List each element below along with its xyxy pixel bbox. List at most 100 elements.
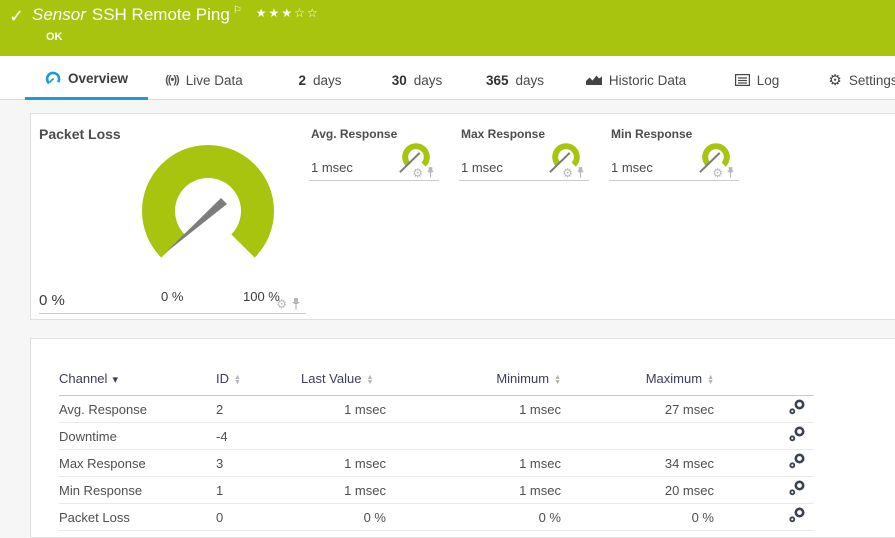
flag-icon[interactable]: ⚐ (233, 5, 242, 16)
channel-id: 0 (216, 503, 301, 531)
sort-desc-icon: ▾ (112, 374, 118, 386)
maximum-value: 0 % (561, 503, 714, 531)
overview-gauges-panel: Packet Loss 0 % 100 % 0 % ⚙ Avg. Respons… (30, 113, 895, 320)
gauge-icon (45, 71, 61, 87)
last-value (301, 422, 386, 450)
maximum-value (561, 422, 714, 450)
tab-live-data[interactable]: ((•)) Live Data (148, 56, 260, 100)
last-value: 0 % (301, 503, 386, 531)
tab-number: 365 (485, 72, 509, 88)
edit-channel-icon[interactable] (788, 453, 806, 473)
table-row: Packet Loss 0 0 % 0 % 0 % (59, 503, 814, 531)
edit-channel-icon[interactable] (788, 507, 806, 527)
sort-icon: ▲ ▼ (366, 373, 374, 386)
column-label: ID (216, 371, 229, 386)
edit-channel-icon[interactable] (788, 399, 806, 419)
tab-label: Overview (67, 71, 129, 86)
tab-30-days[interactable]: 30 days (375, 56, 459, 100)
gauge-title: Packet Loss (39, 126, 121, 142)
channel-id: 1 (216, 476, 301, 504)
avg-response-value: 1 msec (311, 160, 353, 175)
channel-name[interactable]: Downtime (59, 422, 216, 450)
minimum-value (386, 422, 561, 450)
priority-stars[interactable]: ★★★☆☆ (256, 6, 320, 20)
gauge-settings-gear-icon[interactable]: ⚙ (712, 167, 723, 179)
tab-settings[interactable]: ⚙ Settings (818, 56, 895, 100)
maximum-value: 20 msec (561, 476, 714, 504)
page-title: Sensor SSH Remote Ping ⚐ ★★★☆☆ (32, 5, 320, 25)
column-label: Maximum (645, 371, 703, 386)
tab-label: Live Data (185, 72, 243, 88)
avg-response-gauge-tile: Avg. Response 1 msec ⚙ (309, 121, 439, 181)
column-header-id[interactable]: ID ▲ ▼ (216, 367, 301, 396)
pin-icon[interactable] (291, 298, 301, 310)
pin-icon[interactable] (426, 167, 435, 178)
minimum-value: 1 msec (386, 395, 561, 423)
sensor-name: SSH Remote Ping (91, 5, 230, 24)
channel-id: 3 (216, 449, 301, 477)
sort-icon: ▲ ▼ (554, 373, 561, 386)
gauge-scale-max: 100 % (243, 289, 280, 304)
max-response-gauge-tile: Max Response 1 msec ⚙ (459, 121, 589, 181)
packet-loss-gauge-tile: Packet Loss 0 % 100 % 0 % ⚙ (39, 121, 306, 314)
tab-label: Historic Data (608, 72, 687, 88)
gauge-title: Min Response (611, 127, 693, 141)
tab-number: 30 (391, 72, 407, 88)
gauge-title: Avg. Response (311, 127, 398, 141)
tab-label: Log (756, 72, 780, 88)
tab-label: Settings (848, 72, 895, 88)
last-value: 1 msec (301, 476, 386, 504)
tab-365-days[interactable]: 365 days (470, 56, 560, 100)
table-header-row: Channel ▾ ID ▲ ▼ Last Value ▲ ▼ Minimum ▲ ▼ Max… (59, 367, 814, 396)
tab-overview[interactable]: Overview (25, 56, 148, 100)
minimum-value: 0 % (386, 503, 561, 531)
channel-id: -4 (216, 422, 301, 450)
column-header-maximum[interactable]: Maximum ▲ ▼ (561, 367, 714, 396)
channel-name[interactable]: Packet Loss (59, 503, 216, 531)
last-value: 1 msec (301, 395, 386, 423)
column-header-last-value[interactable]: Last Value ▲ ▼ (301, 367, 386, 396)
edit-channel-icon[interactable] (788, 426, 806, 446)
tab-bar: Overview ((•)) Live Data 2 days 30 days … (0, 56, 895, 100)
sort-icon: ▲ ▼ (707, 373, 714, 386)
minimum-value: 1 msec (386, 449, 561, 477)
column-header-channel[interactable]: Channel ▾ (59, 367, 216, 396)
gauge-settings-gear-icon[interactable]: ⚙ (562, 167, 573, 179)
table-row: Downtime -4 (59, 422, 814, 450)
column-label: Channel (59, 371, 108, 386)
pin-icon[interactable] (726, 167, 735, 178)
maximum-value: 34 msec (561, 449, 714, 477)
tab-historic-data[interactable]: Historic Data (574, 56, 698, 100)
channel-name[interactable]: Max Response (59, 449, 216, 477)
channel-table: Channel ▾ ID ▲ ▼ Last Value ▲ ▼ Minimum ▲ ▼ Max… (59, 367, 814, 531)
log-list-icon (734, 74, 750, 86)
sort-icon: ▲ ▼ (234, 373, 241, 386)
table-row: Min Response 1 1 msec 1 msec 20 msec (59, 476, 814, 504)
tab-label: days (515, 72, 545, 88)
gauge-title: Max Response (461, 127, 546, 141)
live-data-icon: ((•)) (165, 74, 179, 86)
gauge-settings-gear-icon[interactable]: ⚙ (412, 167, 423, 179)
tab-2-days[interactable]: 2 days (280, 56, 360, 100)
edit-channel-icon[interactable] (788, 480, 806, 500)
column-header-minimum[interactable]: Minimum ▲ ▼ (386, 367, 561, 396)
pin-icon[interactable] (576, 167, 585, 178)
area-chart-icon (585, 74, 602, 86)
min-response-gauge-tile: Min Response 1 msec ⚙ (609, 121, 739, 181)
tab-label: days (312, 72, 342, 88)
channel-table-panel: Channel ▾ ID ▲ ▼ Last Value ▲ ▼ Minimum ▲ ▼ Max… (30, 338, 895, 538)
column-label: Last Value (301, 371, 362, 386)
ok-check-icon: ✓ (9, 6, 25, 26)
tab-label: days (413, 72, 443, 88)
last-value: 1 msec (301, 449, 386, 477)
gauge-scale-min: 0 % (161, 289, 184, 304)
tab-log[interactable]: Log (714, 56, 800, 100)
gauge-settings-gear-icon[interactable]: ⚙ (276, 298, 287, 310)
channel-name[interactable]: Min Response (59, 476, 216, 504)
gear-icon: ⚙ (828, 72, 842, 89)
table-row: Avg. Response 2 1 msec 1 msec 27 msec (59, 395, 814, 423)
packet-loss-value: 0 % (39, 292, 65, 309)
sensor-header: ✓ Sensor SSH Remote Ping ⚐ ★★★☆☆ OK (0, 0, 895, 56)
channel-name[interactable]: Avg. Response (59, 395, 216, 423)
column-label: Minimum (496, 371, 550, 386)
